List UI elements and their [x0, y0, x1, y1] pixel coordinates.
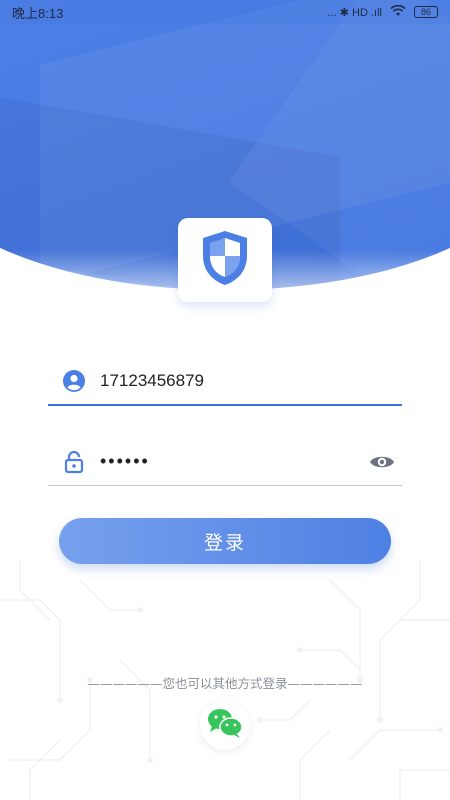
phone-input[interactable]	[100, 361, 402, 401]
phone-field	[48, 358, 402, 406]
signal-indicators: ... ✱ HD .ıll	[327, 6, 382, 19]
wechat-login-button[interactable]	[200, 700, 250, 750]
lock-icon	[48, 450, 100, 474]
shield-icon	[198, 228, 252, 293]
status-indicators: ... ✱ HD .ıll 86	[327, 4, 438, 20]
status-time: 晚上8:13	[12, 5, 64, 21]
login-button[interactable]: 登录	[59, 518, 391, 564]
alternate-login-label: ——————您也可以其他方式登录——————	[87, 676, 363, 691]
wifi-icon	[390, 4, 406, 20]
user-circle-icon	[48, 369, 100, 393]
password-field	[48, 438, 402, 486]
eye-icon[interactable]	[362, 454, 402, 470]
wechat-icon	[206, 707, 244, 744]
battery-indicator: 86	[414, 6, 438, 18]
login-screen: 晚上8:13 ... ✱ HD .ıll 86 17123456879 ••••…	[0, 0, 450, 800]
password-input[interactable]	[100, 441, 362, 482]
app-logo	[178, 218, 272, 302]
status-bar: 晚上8:13 ... ✱ HD .ıll 86	[0, 0, 450, 24]
